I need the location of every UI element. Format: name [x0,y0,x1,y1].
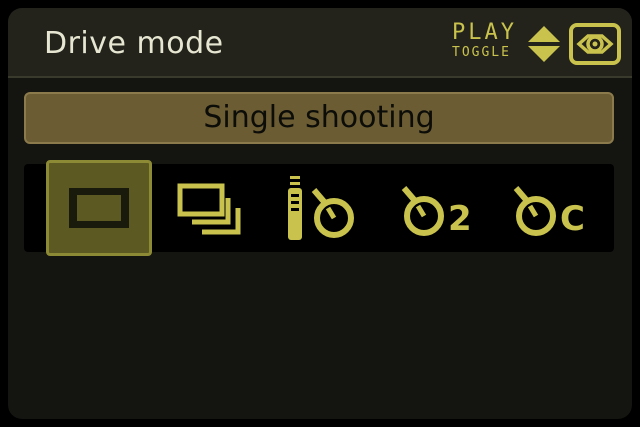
selected-mode-banner: Single shooting [24,92,614,144]
drive-mode-options: 2 C [24,160,614,256]
camera-screen: Drive mode PLAY TOGGLE Single shooting 2… [8,8,632,419]
self-timer-continuous-icon [513,186,556,236]
toggle-label: TOGGLE [452,45,511,60]
drive-mode-single[interactable] [46,160,152,256]
drive-mode-self-timer-continuous[interactable]: C [504,164,600,252]
self-timer-2s-label: 2 [448,199,472,239]
up-down-arrows-icon [526,24,562,64]
play-toggle-hint: PLAY TOGGLE [452,22,520,62]
page-title: Drive mode [44,26,224,61]
drive-mode-continuous[interactable] [172,164,252,252]
continuous-shooting-icon [177,183,241,235]
drive-mode-self-timer-2s[interactable]: 2 [392,164,482,252]
live-view-icon[interactable] [568,22,622,66]
remote-self-timer-icon [288,176,354,240]
self-timer-continuous-label: C [560,199,585,239]
play-label: PLAY [452,20,517,45]
single-shooting-icon [69,188,129,228]
header-bar: Drive mode PLAY TOGGLE [8,8,632,78]
drive-mode-remote-self-timer[interactable] [274,164,364,252]
